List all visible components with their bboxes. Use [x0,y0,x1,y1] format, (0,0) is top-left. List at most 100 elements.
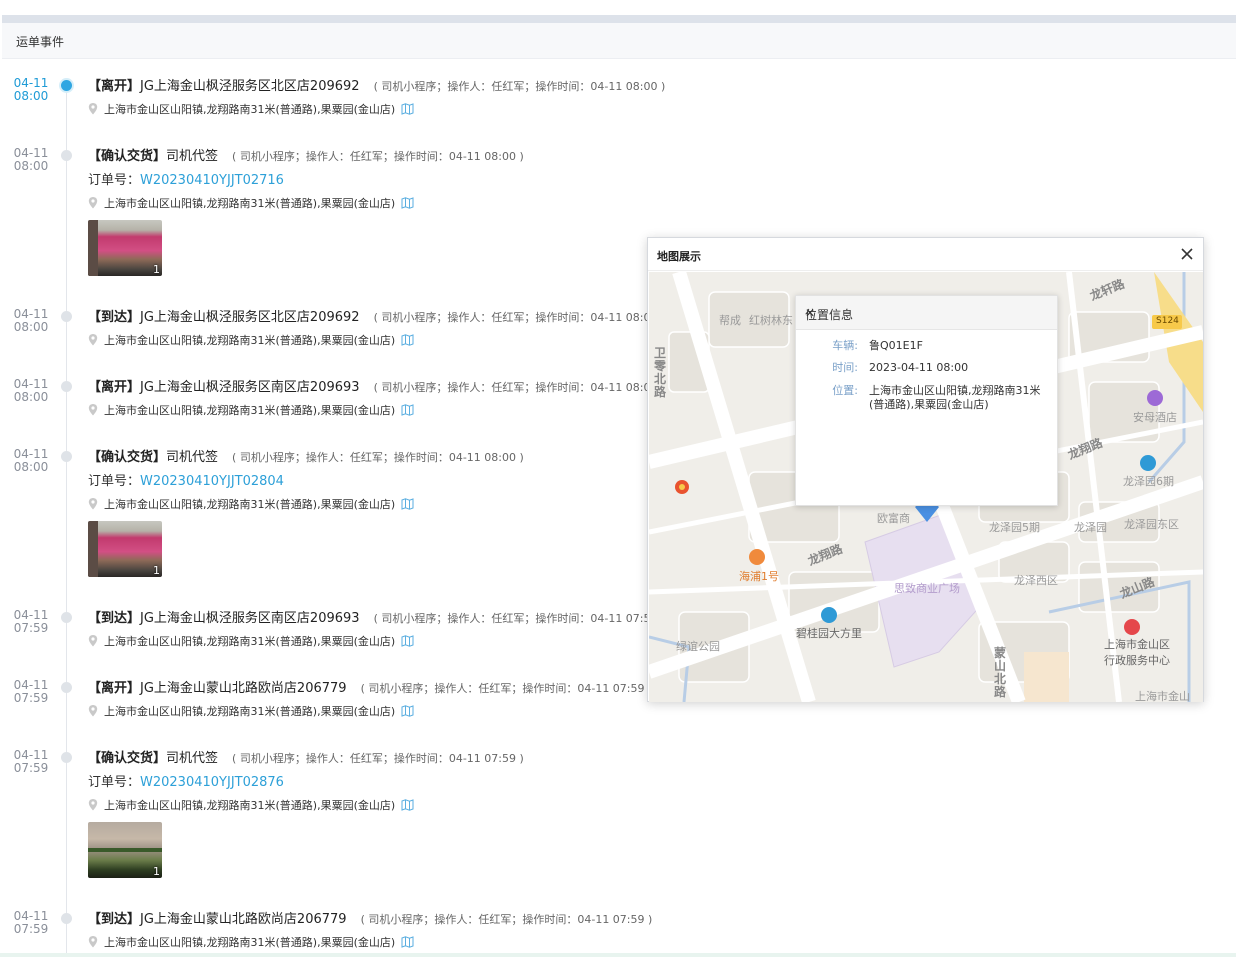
event-title: 【离开】JG上海金山蒙山北路欧尚店206779( 司机小程序；操作人：任红军；操… [88,681,653,696]
location-pin-icon [88,197,98,209]
event-meta: ( 司机小程序；操作人：任红军；操作时间：04-11 08:00 ) [373,311,666,324]
close-icon[interactable] [1179,246,1195,262]
location-pin-icon [88,936,98,948]
map-label: 龙泽园6期 [1123,475,1174,488]
order-number: 订单号：W20230410YJJT02716 [88,173,284,188]
event-meta: ( 司机小程序；操作人：任红军；操作时间：04-11 07:59 ) [232,752,524,765]
event-address: 上海市金山区山阳镇,龙翔路南31米(普通路),果粟园(金山店) [88,633,414,649]
photo-count: 1 [153,865,160,878]
map-dialog-header: 地图展示 [648,238,1203,271]
timeline-dot [61,150,72,161]
timeline-dot [61,913,72,924]
photo-count: 1 [153,564,160,577]
map-label: 帮成 [719,314,741,327]
info-value: 鲁Q01E1F [869,339,923,352]
map-icon[interactable] [401,705,414,717]
event-title: 【到达】JG上海金山蒙山北路欧尚店206779( 司机小程序；操作人：任红军；操… [88,912,653,927]
bottom-bar [0,953,1236,957]
map-label: 卫零北路 [654,346,667,399]
event-datetime: 04-11 07:59 [13,748,49,775]
event-meta: ( 司机小程序；操作人：任红军；操作时间：04-11 08:00 ) [232,451,524,464]
close-icon[interactable]: ✕ [805,306,1047,320]
info-window-header: 位置信息 ✕ [796,296,1057,330]
section-header: 运单事件 [2,23,1236,59]
info-label: 位置: [832,384,858,397]
map-label: 龙泽西区 [1014,574,1058,587]
event-address: 上海市金山区山阳镇,龙翔路南31米(普通路),果粟园(金山店) [88,195,414,211]
event-title: 【到达】JG上海金山枫泾服务区南区店209693( 司机小程序；操作人：任红军；… [88,611,666,626]
photo-count: 1 [153,263,160,276]
map-dialog: 地图展示 龙轩路 龙翔路 龙翔路 龙山路 蒙山北路 卫零北路 S124 帮成 红… [647,237,1204,702]
map-dialog-title: 地图展示 [657,250,701,263]
location-pin-icon [88,103,98,115]
map-label: 龙泽园东区 [1124,518,1179,531]
event-datetime: 04-11 08:00 [13,307,49,334]
delivery-photo[interactable]: 1 [88,521,162,577]
map-label: S124 [1156,316,1179,326]
event-address: 上海市金山区山阳镇,龙翔路南31米(普通路),果粟园(金山店) [88,402,414,418]
top-bar [0,0,1236,23]
event-address: 上海市金山区山阳镇,龙翔路南31米(普通路),果粟园(金山店) [88,934,414,950]
map-label: 红树林东 [749,314,793,327]
map-icon[interactable] [401,635,414,647]
map-label: 上海市金山 [1135,690,1190,702]
timeline-dot [61,311,72,322]
map-canvas[interactable]: 龙轩路 龙翔路 龙翔路 龙山路 蒙山北路 卫零北路 S124 帮成 红树林东 安… [649,272,1203,702]
location-pin-icon [88,799,98,811]
event-title: 【确认交货】司机代签( 司机小程序；操作人：任红军；操作时间：04-11 08:… [88,450,524,465]
timeline-dot [61,682,72,693]
map-label: 龙泽园5期 [989,521,1040,534]
map-icon[interactable] [401,404,414,416]
event-title: 【确认交货】司机代签( 司机小程序；操作人：任红军；操作时间：04-11 07:… [88,751,524,766]
event-title: 【离开】JG上海金山枫泾服务区南区店209693( 司机小程序；操作人：任红军；… [88,380,666,395]
timeline-dot [61,752,72,763]
location-pin-icon [88,498,98,510]
event-datetime: 04-11 08:00 [13,447,49,474]
event-datetime: 04-11 07:59 [13,909,49,936]
location-pin-icon [88,404,98,416]
event-meta: ( 司机小程序；操作人：任红军；操作时间：04-11 07:59 ) [360,913,653,926]
event-meta: ( 司机小程序；操作人：任红军；操作时间：04-11 08:00 ) [373,80,666,93]
map-label: 思致商业广场 [894,582,960,595]
map-label: 蒙山北路 [994,646,1007,699]
map-icon[interactable] [401,936,414,948]
event-title: 【离开】JG上海金山枫泾服务区北区店209692( 司机小程序；操作人：任红军；… [88,79,666,94]
delivery-photo[interactable]: 1 [88,220,162,276]
event-address: 上海市金山区山阳镇,龙翔路南31米(普通路),果粟园(金山店) [88,797,414,813]
event-address: 上海市金山区山阳镇,龙翔路南31米(普通路),果粟园(金山店) [88,332,414,348]
delivery-photo[interactable]: 1 [88,822,162,878]
info-label: 车辆: [832,339,858,352]
timeline-dot [61,381,72,392]
map-label: 欧富商 [877,512,910,525]
event-datetime: 04-11 07:59 [13,678,49,705]
location-pin-icon [88,635,98,647]
map-icon[interactable] [401,334,414,346]
event-address: 上海市金山区山阳镇,龙翔路南31米(普通路),果粟园(金山店) [88,101,414,117]
map-label: 安母酒店 [1133,411,1177,424]
event-meta: ( 司机小程序；操作人：任红军；操作时间：04-11 07:59 ) [360,682,653,695]
map-icon[interactable] [401,103,414,115]
order-link[interactable]: W20230410YJJT02716 [140,173,284,188]
order-link[interactable]: W20230410YJJT02876 [140,775,284,790]
order-link[interactable]: W20230410YJJT02804 [140,474,284,489]
event-meta: ( 司机小程序；操作人：任红军；操作时间：04-11 07:59 ) [373,612,666,625]
map-label: 绿谊公园 [676,640,720,653]
event-datetime: 04-11 07:59 [13,608,49,635]
map-label: 上海市金山区行政服务中心 [1104,638,1170,667]
map-label: 龙泽园 [1074,521,1107,534]
info-value: 2023-04-11 08:00 [869,361,969,374]
info-label: 时间: [832,361,858,374]
timeline-dot [61,612,72,623]
top-strip [2,15,1236,23]
map-icon[interactable] [401,799,414,811]
map-icon[interactable] [401,197,414,209]
event-datetime: 04-11 08:00 [13,76,49,103]
location-info-window: 位置信息 ✕ 车辆: 鲁Q01E1F 时间: 2023-04-11 08:00 … [795,295,1058,506]
info-value: 上海市金山区山阳镇,龙翔路南31米(普通路),果粟园(金山店) [869,384,1041,411]
order-number: 订单号：W20230410YJJT02876 [88,775,284,790]
map-icon[interactable] [401,498,414,510]
event-datetime: 04-11 08:00 [13,377,49,404]
event-meta: ( 司机小程序；操作人：任红军；操作时间：04-11 08:00 ) [232,150,524,163]
section-title: 运单事件 [16,35,65,49]
timeline-dot-active [61,80,72,91]
